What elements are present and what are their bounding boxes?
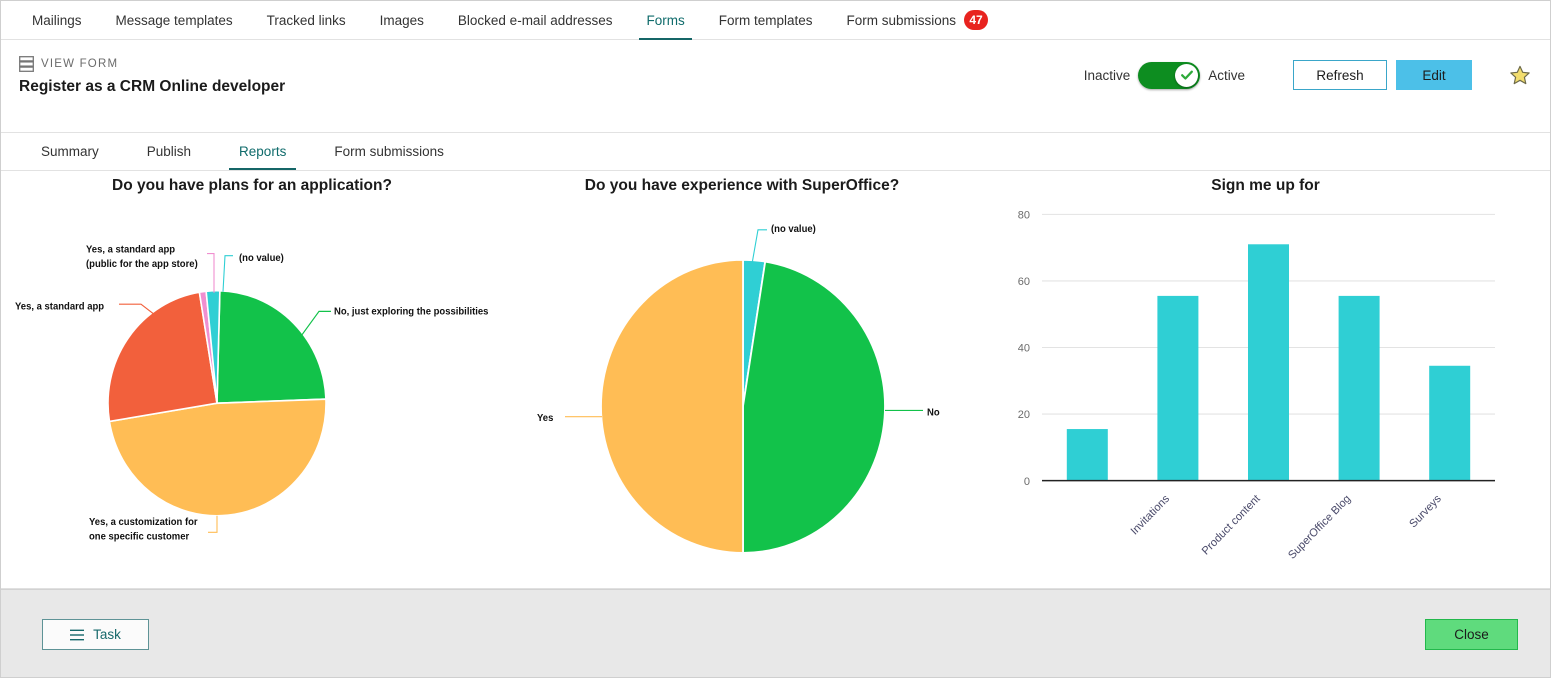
toggle-label-inactive: Inactive (1083, 67, 1131, 83)
footer-bar: Task Close (1, 589, 1550, 677)
topnav-label: Mailings (32, 12, 82, 28)
chart-sign-me-up-for: Sign me up for 0 20 40 60 80 Invitations Prod… (981, 171, 1550, 588)
reports-charts-area: Do you have plans for an application? Ye… (1, 171, 1550, 589)
close-button[interactable]: Close (1425, 619, 1518, 650)
pie-1-leader-line (222, 255, 233, 292)
subtab-label: Reports (239, 144, 287, 159)
task-button[interactable]: Task (42, 619, 149, 650)
bar-chart-x-category-label: Surveys (1407, 492, 1444, 530)
topnav-label: Form templates (718, 12, 813, 28)
topnav-label: Images (379, 12, 424, 28)
bar-chart-y-tick-label: 80 (1018, 209, 1030, 221)
topnav-item-form-templates[interactable]: Form templates (702, 1, 830, 40)
pie-1-label-standard-app-store-line1: Yes, a standard app (86, 244, 175, 255)
bar-chart-y-tick-label: 60 (1018, 276, 1030, 288)
pie-1-leader-line (300, 310, 331, 337)
page-title: Register as a CRM Online developer (19, 78, 286, 95)
topnav-item-mailings[interactable]: Mailings (15, 1, 99, 40)
topnav-label: Tracked links (266, 12, 346, 28)
tab-publish[interactable]: Publish (133, 133, 205, 170)
pie-1-label-no-exploring: No, just exploring the possibilities (334, 306, 488, 317)
pie-1-label-no-value: (no value) (239, 253, 284, 264)
topnav-label: Message templates (115, 12, 233, 28)
pie-2-slice[interactable] (742, 260, 886, 554)
pie-1-leader-line (208, 515, 218, 533)
tab-reports[interactable]: Reports (225, 133, 300, 170)
pie-2-slices[interactable] (600, 258, 886, 554)
pie-1-label-customization-line1: Yes, a customization for (89, 517, 198, 528)
pie-2-label-yes: Yes (537, 413, 553, 424)
sub-tab-bar: Summary Publish Reports Form submissions (1, 133, 1550, 171)
bar-chart-x-category-label: SuperOffice Blog (1286, 493, 1353, 562)
pie-2-label-no-value: (no value) (771, 224, 816, 235)
bar-chart-x-category-label: Invitations (1129, 492, 1173, 537)
topnav-item-blocked-email-addresses[interactable]: Blocked e-mail addresses (441, 1, 630, 40)
topnav-item-forms[interactable]: Forms (629, 1, 701, 40)
chart-experience-superoffice: Do you have experience with SuperOffice?… (503, 171, 981, 588)
star-icon (1510, 65, 1530, 85)
active-state-toggle-group: Inactive Active (1083, 61, 1245, 89)
form-header-actions: Inactive Active Refresh Edit (1084, 60, 1532, 90)
topnav-item-images[interactable]: Images (363, 1, 441, 40)
topnav-label: Form submissions (846, 12, 957, 28)
form-header-text-block: VIEW FORM Register as a CRM Online devel… (19, 56, 285, 96)
bar-chart-bar[interactable] (1066, 429, 1108, 481)
bar-chart-x-axis-labels: Invitations Product content SuperOffice Bl… (1129, 492, 1444, 562)
subtab-label: Publish (146, 144, 192, 159)
top-navigation-bar: Mailings Message templates Tracked links… (1, 1, 1550, 40)
pie-1-leader-line (207, 253, 215, 293)
topnav-label: Forms (646, 12, 685, 28)
bar-chart-y-axis-ticks: 0 20 40 60 80 (1018, 209, 1030, 487)
refresh-button[interactable]: Refresh (1293, 60, 1387, 90)
form-lines-icon (19, 56, 34, 72)
form-report-window: Mailings Message templates Tracked links… (0, 0, 1551, 678)
tab-form-submissions[interactable]: Form submissions (320, 133, 458, 170)
bar-chart-bar[interactable] (1248, 244, 1289, 481)
bar-chart-x-category-label: Product content (1200, 492, 1263, 557)
bar-chart-bar[interactable] (1429, 365, 1471, 481)
form-submissions-count-badge: 47 (964, 10, 989, 30)
subtab-label: Form submissions (334, 144, 444, 159)
form-header: VIEW FORM Register as a CRM Online devel… (1, 40, 1550, 133)
view-form-kicker-label: VIEW FORM (41, 58, 119, 70)
toggle-knob (1175, 63, 1199, 87)
topnav-item-form-submissions[interactable]: Form submissions 47 (830, 1, 1006, 40)
subtab-label: Summary (41, 144, 99, 159)
topnav-label: Blocked e-mail addresses (457, 12, 613, 28)
chart-plans-for-application: Do you have plans for an application? Ye… (1, 171, 503, 588)
bar-chart-svg[interactable]: 0 20 40 60 80 Invitations Product content Supe… (981, 171, 1550, 588)
hamburger-icon (70, 629, 85, 640)
pie-2-leader-line (751, 229, 767, 264)
edit-button[interactable]: Edit (1396, 60, 1472, 90)
active-toggle[interactable] (1138, 61, 1201, 89)
pie-chart-1-svg[interactable]: Yes, a standard app (public for the app … (1, 171, 503, 588)
pie-chart-2-svg[interactable]: (no value) Yes No (503, 171, 981, 588)
pie-1-label-standard-app: Yes, a standard app (15, 301, 104, 312)
tab-summary[interactable]: Summary (27, 133, 113, 170)
check-icon (1180, 70, 1193, 80)
bar-chart-y-tick-label: 40 (1018, 342, 1030, 354)
pie-1-slices[interactable] (107, 289, 327, 517)
bar-chart-bar[interactable] (1157, 295, 1199, 481)
pie-1-label-standard-app-store-line2: (public for the app store) (86, 259, 198, 270)
pie-2-label-no: No (927, 408, 940, 419)
bar-chart-y-tick-label: 0 (1024, 476, 1030, 488)
pie-1-label-customization-line2: one specific customer (89, 531, 189, 542)
topnav-item-tracked-links[interactable]: Tracked links (250, 1, 363, 40)
pie-1-slice[interactable] (216, 289, 327, 405)
task-button-label: Task (93, 627, 121, 642)
bar-chart-bar[interactable] (1338, 295, 1380, 481)
bar-chart-bars[interactable] (1066, 244, 1471, 481)
toggle-label-active: Active (1208, 67, 1245, 83)
topnav-item-message-templates[interactable]: Message templates (99, 1, 250, 40)
pie-1-slice[interactable] (107, 291, 218, 423)
bar-chart-y-tick-label: 20 (1018, 409, 1030, 421)
favorite-button[interactable] (1508, 63, 1532, 87)
pie-2-slice[interactable] (600, 258, 744, 554)
breadcrumb: VIEW FORM (19, 56, 285, 72)
